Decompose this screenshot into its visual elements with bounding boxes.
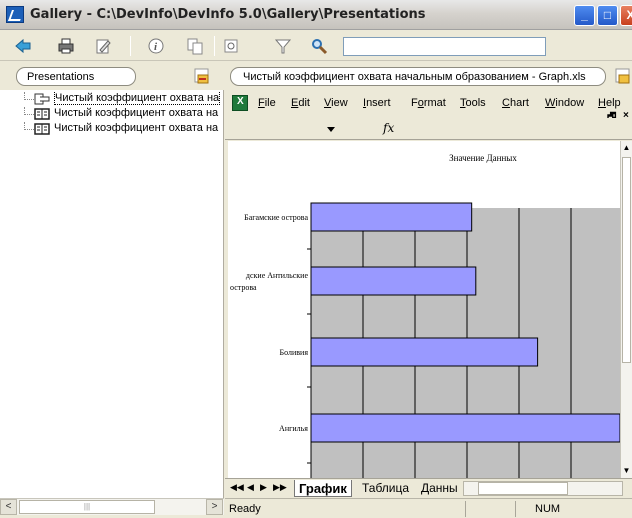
bar [310,202,473,232]
tree-item-label: Чистый коэффициент охвата на [54,122,219,134]
presentations-dropdown[interactable]: Presentations [16,67,136,86]
status-ready: Ready [229,503,261,515]
presentations-tree: Чистый коэффициент охвата на Чистый коэф… [0,92,224,137]
fx-label[interactable]: fx [383,121,394,135]
window-title: Gallery - C:\DevInfo\DevInfo 5.0\Gallery… [30,7,426,22]
left-panel-header: Presentations [0,62,224,90]
maximize-button[interactable]: □ [597,5,618,26]
edit-icon[interactable] [94,37,112,55]
document-dropdown[interactable]: Чистый коэффициент охвата начальным обра… [230,67,606,86]
close-button[interactable]: X [620,5,632,26]
menu-help[interactable]: Help [598,97,621,109]
toolbar: i [0,31,632,61]
tab-last-button[interactable]: ▶▶ [273,482,287,493]
menu-file[interactable]: File [258,97,276,109]
tree-item-label: Чистый коэффициент охвата на [54,107,219,119]
search-icon[interactable] [310,37,328,55]
status-bar: Ready NUM [225,498,632,518]
name-box-dropdown-icon[interactable] [327,127,335,132]
menu-chart[interactable]: Chart [502,97,529,109]
status-num: NUM [535,503,561,515]
search-input[interactable] [343,37,546,56]
category-label: острова [230,283,257,292]
tab-grafik[interactable]: График [294,480,352,497]
settings-icon[interactable] [222,37,240,55]
cursor-icon [34,93,50,105]
tree-item[interactable]: Чистый коэффициент охвата на [0,107,224,122]
category-label: Ангилья [279,424,308,433]
excel-icon [232,95,248,111]
gallery-settings-icon[interactable] [193,67,211,85]
book-icon [34,123,50,135]
scroll-thumb[interactable]: ||| [19,500,155,514]
tree-item[interactable]: Чистый коэффициент охвата на [0,122,224,137]
sheet-horizontal-scrollbar[interactable] [463,481,623,496]
scroll-down-button[interactable]: ▼ [621,464,632,478]
bar [310,337,539,367]
category-label: дские Антильские [246,271,309,280]
vertical-scroll-thumb[interactable] [622,157,631,363]
chart-title: Значение Данных [449,153,517,163]
book-icon [34,108,50,120]
right-panel: Чистый коэффициент охвата начальным обра… [225,62,632,498]
menu-tools[interactable]: Tools [460,97,486,109]
menu-file-rest: ile [264,97,276,109]
tree-item[interactable]: Чистый коэффициент охвата на [0,92,224,107]
filter-icon[interactable] [274,37,292,55]
menu-view[interactable]: View [324,97,348,109]
minimize-button[interactable]: _ [574,5,595,26]
excel-menu-bar: File Edit View Insert Format Tools Chart… [225,92,632,123]
menu-insert[interactable]: Insert [363,97,391,109]
category-label: Боливия [280,348,309,357]
tab-next-button[interactable]: ▶ [260,482,267,493]
back-icon[interactable] [14,37,32,55]
bar [310,413,620,443]
app-icon [6,6,24,23]
sheet-vertical-scrollbar[interactable]: ▲ ▼ [620,141,632,478]
bar-chart: Значение Данных Багамские острова дские Ан… [230,153,620,478]
sheet-tabs-bar: ◀◀ ◀ ▶ ▶▶ График Таблица Данны [225,478,632,498]
menu-edit[interactable]: Edit [291,97,310,109]
bar [310,266,477,296]
scroll-right-button[interactable]: > [206,499,223,515]
tree-item-label: Чистый коэффициент охвата на [54,92,221,105]
menu-format[interactable]: Format [411,97,446,109]
scroll-left-button[interactable]: < [0,499,17,515]
tab-prev-button[interactable]: ◀ [247,482,254,493]
scroll-up-button[interactable]: ▲ [621,141,632,155]
copy-icon[interactable] [186,37,204,55]
tab-dannye[interactable]: Данны [417,480,462,497]
name-box[interactable] [228,120,341,138]
chart-sheet[interactable]: Значение Данных Багамские острова дские Ан… [228,141,620,478]
title-bar[interactable]: Gallery - C:\DevInfo\DevInfo 5.0\Gallery… [0,0,632,30]
print-icon[interactable] [57,37,75,55]
category-label: Багамские острова [244,213,308,222]
formula-bar: fx [225,118,632,140]
info-icon[interactable]: i [147,37,165,55]
horizontal-scroll-thumb[interactable] [478,482,568,495]
menu-window[interactable]: Window [545,97,584,109]
export-icon[interactable] [614,67,632,85]
left-horizontal-scrollbar[interactable]: < ||| > [0,498,224,515]
left-panel: Presentations Чистый коэффициент охвата … [0,62,224,498]
tab-first-button[interactable]: ◀◀ [230,482,244,493]
tab-tablitsa[interactable]: Таблица [358,480,413,497]
